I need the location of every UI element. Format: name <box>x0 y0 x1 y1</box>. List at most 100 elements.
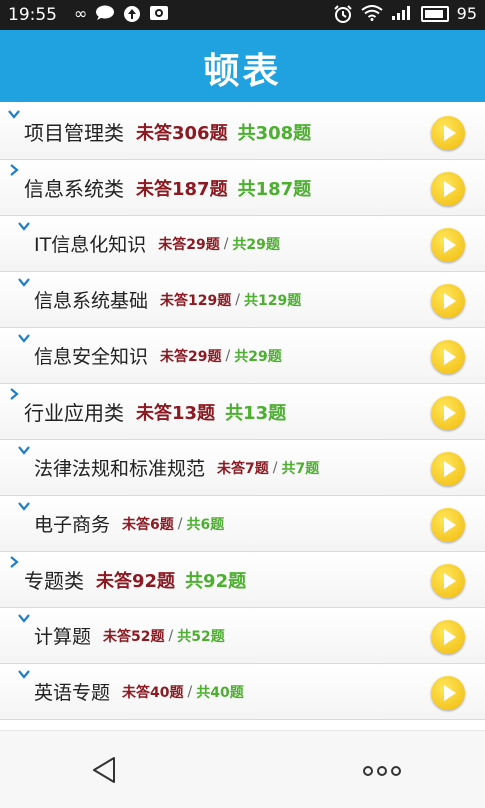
list-item[interactable]: 计算题 未答52题 / 共52题 <box>0 608 485 664</box>
item-name: 行业应用类 <box>24 401 124 425</box>
image-icon <box>149 5 169 23</box>
separator: / <box>223 235 229 252</box>
chevron-down-icon[interactable] <box>18 444 30 456</box>
item-name: 法律法规和标准规范 <box>34 458 206 480</box>
separator: / <box>187 683 193 700</box>
item-text: 英语专题 未答40题 / 共40题 <box>34 664 244 719</box>
list-item[interactable]: 专题类 未答92题 共92题 <box>0 552 485 608</box>
total-count: 共40题 <box>196 684 244 701</box>
more-icon[interactable] <box>362 765 402 777</box>
signal-icon <box>391 5 413 23</box>
item-name: 信息安全知识 <box>34 346 149 368</box>
battery-level: 95 <box>456 4 477 23</box>
separator: / <box>235 291 240 308</box>
status-right-icons: 95 <box>333 5 477 23</box>
list-item[interactable]: 信息安全知识 未答29题 / 共29题 <box>0 328 485 384</box>
chevron-down-icon[interactable] <box>18 276 30 288</box>
navigation-bar <box>0 730 485 808</box>
total-count: 共129题 <box>243 292 302 309</box>
chevron-down-icon[interactable] <box>8 108 20 120</box>
separator: / <box>168 627 174 644</box>
unanswered-count: 未答29题 <box>160 348 222 365</box>
back-icon[interactable] <box>90 755 120 785</box>
play-icon[interactable] <box>431 340 465 374</box>
chevron-down-icon[interactable] <box>18 668 30 680</box>
unanswered-count: 未答92题 <box>96 570 176 592</box>
battery-icon <box>420 6 449 22</box>
list-item[interactable]: 信息系统基础 未答129题 / 共129题 <box>0 272 485 328</box>
item-name: 项目管理类 <box>24 121 124 145</box>
chevron-down-icon[interactable] <box>18 612 30 624</box>
unanswered-count: 未答129题 <box>160 292 232 309</box>
wifi-icon <box>361 5 383 23</box>
chevron-down-icon[interactable] <box>18 332 30 344</box>
list-item[interactable]: 法律法规和标准规范 未答7题 / 共7题 <box>0 440 485 496</box>
upload-icon <box>123 5 141 23</box>
item-name: 信息系统基础 <box>34 290 149 312</box>
title-bar: 顿表 <box>0 30 485 102</box>
item-text: 行业应用类 未答13题 共13题 <box>24 384 286 439</box>
chat-icon <box>95 5 115 23</box>
separator: / <box>225 347 231 364</box>
total-count: 共7题 <box>281 460 320 477</box>
total-count: 共6题 <box>186 516 225 533</box>
unanswered-count: 未答6题 <box>122 516 174 533</box>
play-icon[interactable] <box>431 452 465 486</box>
play-icon[interactable] <box>431 508 465 542</box>
play-icon[interactable] <box>431 396 465 430</box>
item-name: 计算题 <box>34 626 92 648</box>
item-name: 信息系统类 <box>24 177 124 201</box>
list-item[interactable]: 英语专题 未答40题 / 共40题 <box>0 664 485 720</box>
separator: / <box>272 459 278 476</box>
item-text: 信息安全知识 未答29题 / 共29题 <box>34 328 282 383</box>
status-time: 19:55 <box>8 5 57 25</box>
page-title: 顿表 <box>203 51 282 92</box>
item-text: 专题类 未答92题 共92题 <box>24 552 246 607</box>
total-count: 共29题 <box>232 236 280 253</box>
list-item[interactable]: 行业应用类 未答13题 共13题 <box>0 384 485 440</box>
list-item[interactable]: 项目管理类 未答306题 共308题 <box>0 104 485 160</box>
alarm-icon <box>333 5 353 23</box>
chevron-right-icon[interactable] <box>8 388 20 400</box>
play-icon[interactable] <box>431 564 465 598</box>
play-icon[interactable] <box>431 172 465 206</box>
item-name: 专题类 <box>24 569 84 593</box>
total-count: 共52题 <box>177 628 225 645</box>
item-name: 英语专题 <box>34 682 111 704</box>
item-text: 计算题 未答52题 / 共52题 <box>34 608 225 663</box>
list-item[interactable]: 信息系统类 未答187题 共187题 <box>0 160 485 216</box>
play-icon[interactable] <box>431 116 465 150</box>
chevron-right-icon[interactable] <box>8 556 20 568</box>
item-name: IT信息化知识 <box>34 234 147 256</box>
total-count: 共187题 <box>237 178 312 200</box>
unanswered-count: 未答52题 <box>103 628 165 645</box>
play-icon[interactable] <box>431 620 465 654</box>
item-text: 电子商务 未答6题 / 共6题 <box>34 496 224 551</box>
unanswered-count: 未答7题 <box>217 460 269 477</box>
play-icon[interactable] <box>431 228 465 262</box>
status-bar: 19:55 ∞ 95 <box>0 0 485 30</box>
total-count: 共92题 <box>185 570 247 592</box>
item-text: 法律法规和标准规范 未答7题 / 共7题 <box>34 440 319 495</box>
total-count: 共13题 <box>225 402 287 424</box>
status-left-icons: ∞ <box>74 5 169 23</box>
unanswered-count: 未答40题 <box>122 684 184 701</box>
chevron-down-icon[interactable] <box>18 220 30 232</box>
unanswered-count: 未答13题 <box>136 402 216 424</box>
infinity-icon: ∞ <box>74 4 88 23</box>
list-item[interactable]: IT信息化知识 未答29题 / 共29题 <box>0 216 485 272</box>
unanswered-count: 未答187题 <box>136 178 228 200</box>
play-icon[interactable] <box>431 284 465 318</box>
item-text: IT信息化知识 未答29题 / 共29题 <box>34 216 280 271</box>
total-count: 共29题 <box>234 348 282 365</box>
list-item[interactable]: 电子商务 未答6题 / 共6题 <box>0 496 485 552</box>
item-text: 信息系统基础 未答129题 / 共129题 <box>34 272 301 327</box>
item-name: 电子商务 <box>34 514 111 536</box>
play-icon[interactable] <box>431 676 465 710</box>
chevron-right-icon[interactable] <box>8 164 20 176</box>
item-text: 信息系统类 未答187题 共187题 <box>24 160 311 215</box>
separator: / <box>177 515 183 532</box>
chevron-down-icon[interactable] <box>18 500 30 512</box>
category-list: 项目管理类 未答306题 共308题 信息系统类 未答187题 共187题 IT信息化知识未… <box>0 104 485 720</box>
total-count: 共308题 <box>237 122 312 144</box>
